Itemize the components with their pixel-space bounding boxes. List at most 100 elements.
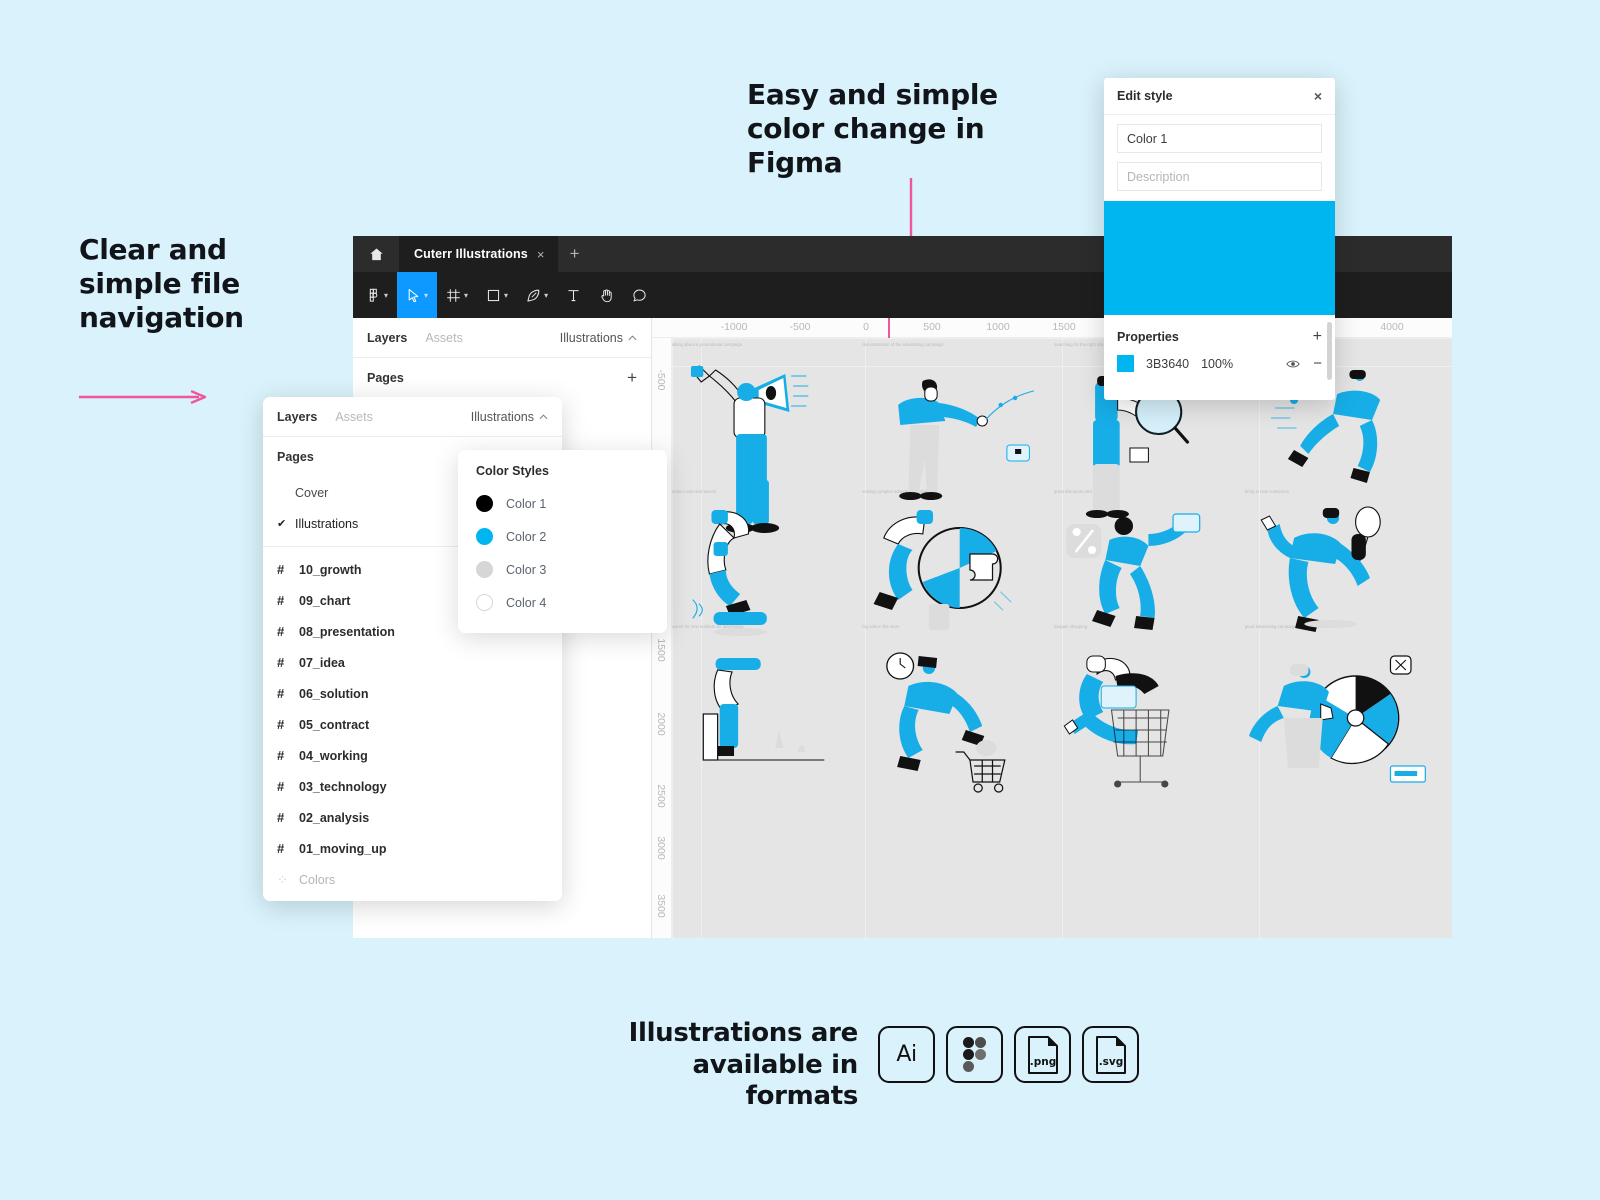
hash-icon: # (277, 717, 285, 732)
style-name-input[interactable]: Color 1 (1117, 124, 1322, 153)
page-selector[interactable]: Illustrations (560, 331, 637, 345)
hash-icon: # (277, 748, 285, 763)
list-item[interactable]: # 05_contract (263, 709, 562, 740)
hash-icon: # (277, 810, 285, 825)
layer-label: 03_technology (299, 779, 387, 794)
layer-label: 08_presentation (299, 624, 395, 639)
color-styles-popup: Color Styles Color 1 Color 2 Color 3 Col… (458, 450, 667, 633)
list-item[interactable]: # 02_analysis (263, 802, 562, 833)
pen-tool[interactable]: ▾ (517, 272, 557, 318)
color-style-item[interactable]: Color 1 (458, 487, 667, 520)
color-style-label: Color 3 (506, 562, 547, 577)
figma-canvas[interactable]: -500 1500 2000 2500 3000 3500 -1000 -500… (652, 318, 1452, 938)
home-button[interactable] (353, 236, 399, 272)
scrollbar-thumb[interactable] (1327, 322, 1332, 380)
color-swatch (476, 594, 493, 611)
remove-property-button[interactable]: − (1313, 355, 1322, 372)
format-badge-ai[interactable]: Ai (878, 1026, 935, 1083)
figma-menu-tool[interactable]: ▾ (357, 272, 397, 318)
list-item[interactable]: # 07_idea (263, 647, 562, 678)
layers-panel-header: Layers Assets Illustrations (263, 397, 562, 437)
hand-tool[interactable] (590, 272, 623, 318)
edit-style-title: Edit style (1117, 89, 1173, 103)
chevron-down-icon: ▾ (544, 290, 549, 300)
format-badges: Ai .png .svg (878, 1026, 1139, 1083)
add-property-button[interactable]: + (1313, 328, 1322, 346)
chevron-up-icon (628, 334, 637, 340)
color-styles-title: Color Styles (476, 464, 549, 478)
list-item[interactable]: # 06_solution (263, 678, 562, 709)
shape-tool[interactable]: ▾ (477, 272, 517, 318)
hash-icon: # (277, 841, 285, 856)
ruler-h-tick: 4000 (1380, 321, 1404, 333)
figma-logo-icon (369, 288, 378, 302)
new-tab-button[interactable]: + (558, 236, 592, 272)
property-hex-value[interactable]: 3B3640 (1146, 357, 1189, 371)
text-tool[interactable] (557, 272, 590, 318)
component-icon: ⁘ (277, 871, 288, 887)
properties-header: Properties + (1104, 315, 1335, 346)
ruler-h-tick: -1000 (720, 321, 748, 333)
list-item[interactable]: ⁘ Colors (263, 864, 562, 895)
close-icon[interactable]: × (537, 248, 545, 261)
pages-label: Pages (277, 450, 314, 464)
list-item[interactable]: # 04_working (263, 740, 562, 771)
chevron-down-icon: ▾ (504, 290, 509, 300)
format-badge-png[interactable]: .png (1014, 1026, 1071, 1083)
layer-label: 01_moving_up (299, 841, 387, 856)
property-opacity-value[interactable]: 100% (1201, 357, 1233, 371)
properties-label: Properties (1117, 330, 1179, 344)
style-description-placeholder: Description (1127, 169, 1190, 184)
move-tool[interactable]: ▾ (397, 272, 438, 318)
tab-assets[interactable]: Assets (335, 410, 373, 424)
color-style-item[interactable]: Color 4 (458, 586, 667, 619)
poster-stage: Clear and simple file navigation Easy an… (0, 0, 1600, 1200)
layer-label: Colors (299, 872, 336, 887)
format-badge-png-label: .png (1029, 1056, 1056, 1068)
tab-assets[interactable]: Assets (425, 331, 463, 345)
tab-layers[interactable]: Layers (367, 331, 407, 345)
svg-text:product sale and launch: product sale and launch (670, 489, 716, 494)
page-selector-label: Illustrations (470, 409, 534, 424)
hash-icon: # (277, 655, 285, 670)
hand-icon (601, 288, 612, 302)
style-name-value: Color 1 (1127, 131, 1168, 146)
svg-text:big sale in the store: big sale in the store (862, 624, 900, 629)
chevron-up-icon (539, 413, 548, 419)
frame-icon (447, 288, 460, 302)
property-color-swatch[interactable] (1117, 355, 1134, 372)
svg-text:talking about a promotional ca: talking about a promotional campaign (670, 342, 742, 347)
arrow-right-icon (79, 390, 207, 404)
file-tab[interactable]: Cuterr Illustrations × (399, 236, 558, 272)
page-selector[interactable]: Illustrations (471, 410, 548, 424)
format-badge-svg[interactable]: .svg (1082, 1026, 1139, 1083)
close-icon[interactable]: × (1314, 89, 1322, 103)
list-item[interactable]: # 03_technology (263, 771, 562, 802)
layer-label: 07_idea (299, 655, 345, 670)
frame-tool[interactable]: ▾ (437, 272, 477, 318)
color-swatch (476, 528, 493, 545)
hash-icon: # (277, 593, 285, 608)
ruler-h-tick: 1500 (1052, 321, 1076, 333)
style-description-input[interactable]: Description (1117, 162, 1322, 191)
color-style-label: Color 2 (506, 529, 547, 544)
add-page-button[interactable]: + (627, 368, 637, 388)
svg-text:bargain shopping: bargain shopping (1054, 624, 1088, 629)
ruler-v-tick: 3000 (655, 836, 667, 860)
pages-label: Pages (367, 371, 404, 385)
color-style-item[interactable]: Color 3 (458, 553, 667, 586)
edit-style-header: Edit style × (1104, 78, 1335, 115)
page-selector-label: Illustrations (559, 330, 623, 345)
eye-icon[interactable] (1286, 359, 1300, 369)
list-item[interactable]: # 01_moving_up (263, 833, 562, 864)
color-style-item[interactable]: Color 2 (458, 520, 667, 553)
annotation-formats: Illustrations are available in formats (628, 1018, 859, 1112)
format-badge-figma[interactable] (946, 1026, 1003, 1083)
color-style-label: Color 1 (506, 496, 547, 511)
tab-layers[interactable]: Layers (277, 410, 317, 424)
file-tab-label: Cuterr Illustrations (414, 247, 528, 261)
comment-tool[interactable] (623, 272, 656, 318)
cursor-icon (408, 288, 419, 302)
format-badge-svg-label: .svg (1098, 1056, 1123, 1068)
chevron-down-icon: ▾ (384, 290, 389, 300)
